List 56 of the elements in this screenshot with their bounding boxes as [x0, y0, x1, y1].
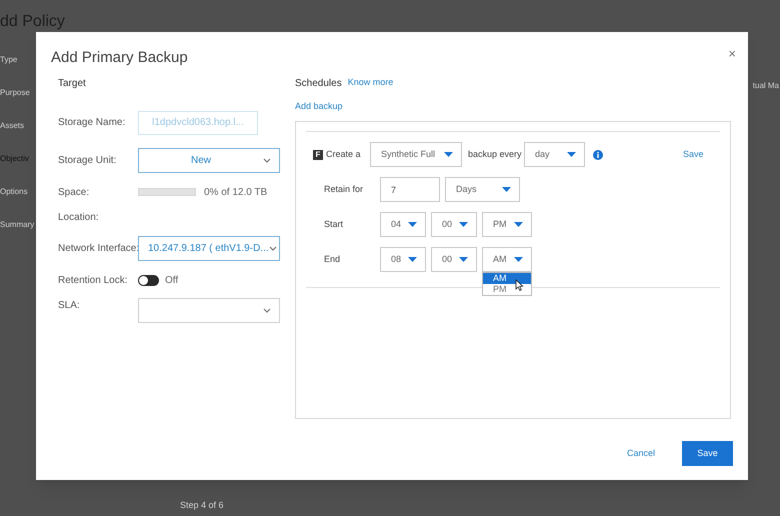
retain-label: Retain for	[324, 182, 364, 196]
pointer-cursor-icon	[515, 279, 524, 291]
hour-select[interactable]: 04	[380, 212, 426, 237]
hour-select[interactable]: 08	[380, 247, 426, 272]
caret-icon	[459, 257, 468, 262]
create-label: Create a	[326, 148, 362, 161]
save-link[interactable]: Save	[683, 148, 704, 162]
ampm-select[interactable]: AM	[482, 247, 532, 272]
select-field[interactable]	[138, 298, 280, 322]
time-label: Start	[324, 218, 344, 231]
time-label: End	[324, 252, 342, 266]
interval-select[interactable]: day	[524, 142, 585, 167]
select-field[interactable]: 10.247.9.187 ( ethV1.9-D...	[138, 236, 280, 260]
dropdown-option[interactable]: PM	[483, 284, 531, 295]
field-label: Retention Lock:	[58, 274, 128, 288]
backup-type-select[interactable]: Synthetic Full	[370, 142, 462, 167]
info-icon	[593, 150, 603, 160]
ampm-select[interactable]: PM	[482, 212, 532, 237]
know-more-link[interactable]: Know more	[348, 76, 394, 90]
cancel-button[interactable]: Cancel	[622, 441, 659, 466]
save-button[interactable]: Save	[682, 441, 733, 466]
chevron-down-icon	[268, 246, 277, 250]
field-label: Network Interface:	[58, 242, 138, 256]
caret-icon	[444, 152, 453, 157]
toggle-state: Off	[165, 274, 178, 288]
step-counter: Step 4 of 6	[180, 498, 225, 512]
field-label: Storage Unit:	[58, 154, 118, 168]
retain-unit-select[interactable]: Days	[445, 177, 520, 202]
dropdown-option[interactable]: AM	[483, 273, 531, 284]
minute-select[interactable]: 00	[431, 212, 477, 237]
dialog-title: Add Primary Backup	[51, 48, 188, 68]
add-backup-link[interactable]: Add backup	[295, 100, 731, 113]
caret-icon	[514, 222, 523, 227]
close-button[interactable]: ×	[728, 47, 736, 60]
caret-icon	[567, 152, 576, 157]
field-label: SLA:	[58, 298, 81, 312]
select-field[interactable]: New	[138, 148, 280, 172]
chevron-down-icon	[263, 308, 271, 312]
toggle-switch[interactable]	[138, 274, 159, 286]
minute-select[interactable]: 00	[431, 247, 477, 272]
field-label: Storage Name:	[58, 116, 126, 130]
caret-icon	[502, 187, 511, 192]
field-label: Location:	[58, 210, 100, 224]
space-reading: 0% of 12.0 TB	[204, 186, 268, 200]
section-heading: Target	[58, 76, 87, 90]
retain-field[interactable]: 7	[380, 177, 440, 202]
caret-icon	[408, 222, 417, 227]
caret-icon	[514, 257, 523, 262]
column-heading: tual Ma	[752, 80, 779, 92]
chevron-down-icon	[263, 158, 271, 162]
section-heading: Schedules	[295, 76, 342, 90]
caret-icon	[408, 257, 417, 262]
full-backup-badge: F	[313, 150, 323, 160]
field-label: Space:	[58, 186, 90, 200]
every-label: backup every	[468, 148, 523, 161]
caret-icon	[459, 222, 468, 227]
